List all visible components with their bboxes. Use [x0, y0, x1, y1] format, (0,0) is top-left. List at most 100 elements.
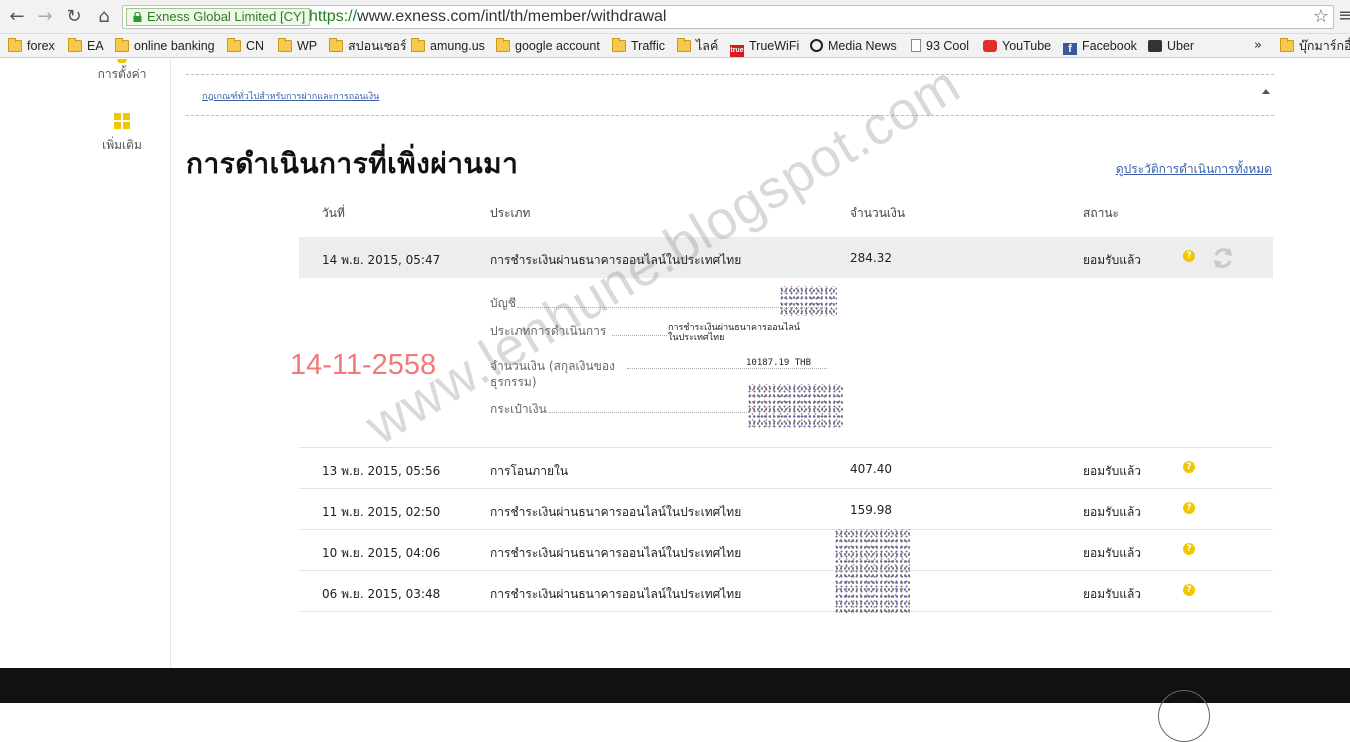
table-row[interactable]: 10 พ.ย. 2015, 04:06 การชำระเงินผ่านธนาคา…: [299, 530, 1273, 571]
column-header-status: สถานะ: [1083, 206, 1119, 220]
browser-toolbar: ← → ↻ ⌂ Exness Global Limited [CY] https…: [0, 0, 1350, 34]
bookmark-93-cool[interactable]: 93 Cool: [911, 37, 969, 55]
sidebar-item-label: เพิ่มเติม: [102, 138, 142, 152]
youtube-icon: [983, 40, 997, 52]
bookmark-other[interactable]: บุ๊กมาร์กอื่น: [1280, 37, 1350, 55]
bookmark-ea[interactable]: EA: [68, 37, 104, 55]
redacted-wallet: [747, 384, 843, 428]
bookmark-traffic[interactable]: Traffic: [612, 37, 665, 55]
bookmark-wp[interactable]: WP: [278, 37, 317, 55]
ev-certificate-badge[interactable]: Exness Global Limited [CY]: [126, 8, 311, 26]
bookmark-label: WP: [297, 39, 318, 53]
row-type: การชำระเงินผ่านธนาคารออนไลน์ในประเทศไทย: [490, 587, 742, 601]
rules-link[interactable]: กฎเกณฑ์ทั่วไปสำหรับการฝากและการถอนเงิน: [202, 89, 379, 103]
uber-icon: [1148, 40, 1162, 52]
table-row[interactable]: 06 พ.ย. 2015, 03:48 การชำระเงินผ่านธนาคา…: [299, 571, 1273, 612]
more-bookmarks-chevron[interactable]: »: [1254, 37, 1262, 55]
address-bar[interactable]: Exness Global Limited [CY] https://www.e…: [122, 5, 1334, 29]
menu-icon[interactable]: ≡: [1338, 6, 1350, 26]
bookmark-label: Traffic: [631, 39, 666, 53]
row-amount: 159.98: [850, 503, 892, 517]
home-icon[interactable]: ⌂: [93, 6, 115, 28]
reload-icon[interactable]: ↻: [63, 6, 85, 28]
table-row[interactable]: 11 พ.ย. 2015, 02:50 การชำระเงินผ่านธนาคา…: [299, 489, 1273, 530]
folder-icon: [329, 38, 343, 52]
detail-value-operation-type: การชำระเงินผ่านธนาคารออนไลน์ ในประเทศไทย: [668, 323, 800, 343]
bookmark-online-banking[interactable]: online banking: [115, 37, 215, 55]
bookmark-label: Uber: [1167, 39, 1195, 53]
sidebar-item-settings[interactable]: การตั้งค่า: [70, 59, 174, 84]
sidebar-item-label: การตั้งค่า: [97, 67, 147, 81]
sidebar-item-more[interactable]: เพิ่มเติม: [70, 113, 174, 155]
folder-icon: [227, 38, 241, 52]
row-date: 06 พ.ย. 2015, 03:48: [322, 587, 441, 601]
true-logo-icon: true: [730, 45, 744, 57]
rules-accordion[interactable]: กฎเกณฑ์ทั่วไปสำหรับการฝากและการถอนเงิน: [186, 74, 1274, 116]
bookmark-amung[interactable]: amung.us: [411, 37, 485, 55]
row-date: 10 พ.ย. 2015, 04:06: [322, 546, 441, 560]
bookmark-label: ไลค์: [696, 39, 719, 53]
bookmark-label: CN: [246, 39, 265, 53]
help-icon[interactable]: ?: [1183, 461, 1195, 473]
redacted-account: [779, 286, 837, 316]
lock-icon: [133, 12, 142, 22]
row-date: 11 พ.ย. 2015, 02:50: [322, 505, 441, 519]
bookmark-uber[interactable]: Uber: [1148, 37, 1194, 55]
url-text[interactable]: https://www.exness.com/intl/th/member/wi…: [309, 8, 666, 26]
bookmark-truewifi[interactable]: true TrueWiFi: [730, 37, 800, 57]
table-row[interactable]: 14 พ.ย. 2015, 05:47 การชำระเงินผ่านธนาคา…: [299, 237, 1273, 278]
bookmark-label: Facebook: [1082, 39, 1137, 53]
help-icon[interactable]: ?: [1183, 584, 1195, 596]
row-status: ยอมรับแล้ว: [1083, 546, 1142, 560]
column-header-type: ประเภท: [490, 206, 531, 220]
leader-dots: [549, 412, 749, 413]
bookmark-label: EA: [87, 39, 104, 53]
folder-icon: [68, 38, 82, 52]
back-arrow-icon[interactable]: ←: [6, 6, 28, 28]
ev-label: Exness Global Limited [CY]: [147, 9, 306, 24]
column-header-amount: จำนวนเงิน: [850, 206, 906, 220]
column-header-date: วันที่: [322, 206, 345, 220]
folder-icon: [1280, 38, 1294, 52]
refresh-icon[interactable]: [1210, 245, 1236, 271]
bookmark-google-account[interactable]: google account: [496, 37, 600, 55]
bookmark-cn[interactable]: CN: [227, 37, 264, 55]
bookmark-youtube[interactable]: YouTube: [983, 37, 1051, 55]
help-icon[interactable]: ?: [1183, 250, 1195, 262]
bookmark-facebook[interactable]: f Facebook: [1063, 37, 1137, 55]
help-icon[interactable]: ?: [1183, 543, 1195, 555]
page-title: การดำเนินการที่เพิ่งผ่านมา: [186, 147, 519, 180]
detail-label-wallet: กระเป๋าเงิน: [490, 402, 547, 416]
bookmark-media-news[interactable]: Media News: [810, 37, 897, 55]
bookmark-star-icon[interactable]: ☆: [1313, 7, 1329, 27]
bookmark-sponsor[interactable]: สปอนเซอร์: [329, 37, 407, 55]
bookmark-label: Media News: [828, 39, 897, 53]
bookmark-label: 93 Cool: [926, 39, 970, 53]
caret-up-icon[interactable]: [1262, 89, 1270, 94]
sidebar: การตั้งค่า เพิ่มเติม: [0, 59, 171, 669]
media-news-icon: [810, 39, 823, 52]
seal-icon: [1158, 690, 1210, 742]
help-icon[interactable]: ?: [1183, 502, 1195, 514]
page-footer: [0, 668, 1350, 742]
forward-arrow-icon[interactable]: →: [34, 6, 56, 28]
folder-icon: [278, 38, 292, 52]
folder-icon: [411, 38, 425, 52]
folder-icon: [496, 38, 510, 52]
bookmark-forex[interactable]: forex: [8, 37, 55, 55]
grid-icon: [114, 113, 130, 129]
bookmark-label: google account: [515, 39, 600, 53]
bookmarks-bar: forex EA online banking CN WP สปอนเซอร์ …: [0, 34, 1350, 58]
view-all-history-link[interactable]: ดูประวัติการดำเนินการทั้งหมด: [1116, 160, 1272, 179]
page-viewport: การตั้งค่า เพิ่มเติม กฎเกณฑ์ทั่วไปสำหรับ…: [0, 59, 1350, 669]
bookmark-label: สปอนเซอร์: [348, 39, 407, 53]
folder-icon: [115, 38, 129, 52]
row-date: 13 พ.ย. 2015, 05:56: [322, 464, 441, 478]
leader-dots: [612, 335, 667, 336]
detail-value-line: ในประเทศไทย: [668, 333, 725, 343]
bookmark-like[interactable]: ไลค์: [677, 37, 718, 55]
bookmark-label: TrueWiFi: [749, 39, 800, 53]
table-row[interactable]: 13 พ.ย. 2015, 05:56 การโอนภายใน 407.40 ย…: [299, 448, 1273, 489]
bookmark-label: amung.us: [430, 39, 485, 53]
bookmark-label: บุ๊กมาร์กอื่น: [1299, 39, 1350, 53]
